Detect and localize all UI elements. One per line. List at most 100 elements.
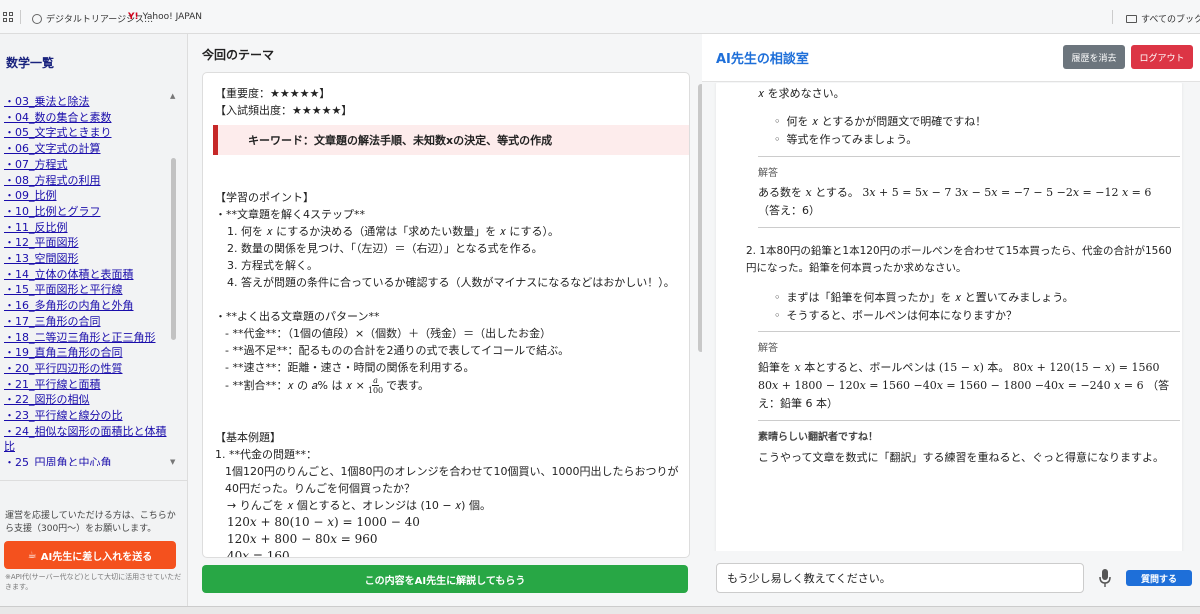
send-button[interactable]: 質問する: [1126, 570, 1192, 586]
keyword-box: キーワード：文章題の解法手順、未知数xの決定、等式の作成: [213, 125, 689, 155]
pattern-item: - **過不足**：配るものの合計を2通りの式で表してイコールで結ぶ。: [225, 344, 570, 357]
keyword-text: キーワード：文章題の解法手順、未知数xの決定、等式の作成: [248, 133, 553, 147]
pattern-item-rate: - **割合**：𝑥 の 𝑎% は 𝑥 × 𝑎 100 で表す。: [215, 376, 685, 395]
hint-item: 何を 𝑥 とするかが問題文で明確ですね！: [774, 113, 1194, 130]
sidebar-link[interactable]: ・17_三角形の合同: [4, 314, 170, 330]
sidebar-link[interactable]: ・07_方程式: [4, 157, 170, 173]
importance: 【重要度：★★★★★】: [215, 87, 331, 100]
sidebar-link[interactable]: ・19_直角三角形の合同: [4, 345, 170, 361]
divider: [758, 227, 1180, 228]
microphone-icon[interactable]: [1098, 568, 1112, 588]
question-tail: 𝑥 を求めなさい。: [758, 87, 845, 100]
praise-title: 素晴らしい翻訳者ですね！: [758, 432, 878, 443]
sidebar-link[interactable]: ・21_平行線と面積: [4, 377, 170, 393]
hint-item: 等式を作ってみましょう。: [774, 131, 1194, 148]
rate-fraction: 𝑎 100: [368, 376, 383, 395]
sidebar-link[interactable]: ・15_平面図形と平行線: [4, 282, 170, 298]
sidebar-link[interactable]: ・18_二等辺三角形と正三角形: [4, 330, 170, 346]
step-item: 2. 数量の関係を見つけ、「（左辺）＝（右辺）」となる式を作る。: [227, 242, 543, 255]
sidebar-link[interactable]: ・24_相似な図形の面積比と体積比: [4, 424, 170, 455]
answer-label: 解答: [758, 343, 778, 354]
sidebar-link[interactable]: ・05_文字式ときまり: [4, 125, 170, 141]
answer-end: （答え：6）: [758, 204, 820, 217]
sidebar-link[interactable]: ・12_平面図形: [4, 235, 170, 251]
support-button[interactable]: ☕ AI先生に差し入れを送る: [4, 541, 176, 569]
divider: [758, 156, 1180, 157]
step-item: 3. 方程式を解く。: [227, 259, 318, 272]
hint-item: まずは「鉛筆を何本買ったか」を 𝑥 と置いてみましょう。: [774, 289, 1194, 306]
pattern-item: - **代金**：（1個の値段）×（個数）＋（残金）＝（出したお金）: [225, 327, 552, 340]
scrollbar-thumb[interactable]: [171, 158, 176, 340]
answer-line: 鉛筆を 𝑥 本とすると、ボールペンは (15 − 𝑥) 本。 80𝑥 + 120…: [758, 361, 1160, 374]
rate-prefix: - **割合**：𝑥 の 𝑎% は 𝑥 ×: [225, 379, 365, 392]
sidebar-link[interactable]: ・25_円周角と中心角: [4, 455, 170, 466]
answer-line: え：鉛筆 6 本）: [758, 397, 838, 410]
explain-button[interactable]: この内容をAI先生に解説してもらう: [202, 565, 688, 593]
sidebar-link[interactable]: ・16_多角形の内角と外角: [4, 298, 170, 314]
divider: [758, 331, 1180, 332]
sidebar-list[interactable]: ・03_乗法と除法 ・04_数の集合と素数 ・05_文字式ときまり ・06_文字式の計…: [4, 94, 170, 466]
sidebar-link[interactable]: ・14_立体の体積と表面積: [4, 267, 170, 283]
sidebar-title: 数学一覧: [6, 56, 55, 70]
chat-panel: AI先生の相談室 履歴を消去 ログアウト 𝑥 を求めなさい。 何を 𝑥 とするか…: [702, 34, 1200, 606]
support-note: ※API代(サーバー代など)として大切に活用させていただきます。: [5, 573, 182, 591]
sidebar-link[interactable]: ・11_反比例: [4, 220, 170, 236]
chat-input[interactable]: [716, 563, 1084, 593]
apps-icon[interactable]: [3, 12, 13, 22]
all-bookmarks[interactable]: すべてのブックマーク: [1126, 12, 1200, 25]
example-header: 【基本例題】: [215, 431, 281, 444]
sidebar-link[interactable]: ・20_平行四辺形の性質: [4, 361, 170, 377]
all-bookmarks-label: すべてのブックマーク: [1141, 15, 1200, 25]
sidebar-link[interactable]: ・10_比例とグラフ: [4, 204, 170, 220]
globe-icon: [32, 13, 42, 24]
bottom-bar: [0, 606, 1200, 614]
question-2: 2. 1本80円の鉛筆と1本120円のボールペンを合わせて15本買ったら、代金の…: [746, 245, 1172, 274]
logout-button[interactable]: ログアウト: [1131, 45, 1193, 69]
chat-title: AI先生の相談室: [716, 52, 809, 67]
equation: 120𝑥 + 800 − 80𝑥 = 960: [227, 532, 378, 546]
sidebar: 数学一覧 ・03_乗法と除法 ・04_数の集合と素数 ・05_文字式ときまり ・06_…: [0, 34, 188, 606]
chat-input-row: 質問する: [702, 555, 1200, 606]
equation: 40𝑥 = 160: [227, 549, 290, 558]
folder-icon: [1126, 14, 1137, 23]
theme-content[interactable]: 【重要度：★★★★★】 【入試頻出度：★★★★★】 キーワード：文章題の解法手順…: [202, 72, 690, 558]
sidebar-link[interactable]: ・03_乗法と除法: [4, 94, 170, 110]
sidebar-link[interactable]: ・09_比例: [4, 188, 170, 204]
divider: [758, 420, 1180, 421]
steps-title: ・**文章題を解く4ステップ**: [215, 208, 365, 221]
sidebar-link[interactable]: ・13_空間図形: [4, 251, 170, 267]
sidebar-link[interactable]: ・04_数の集合と素数: [4, 110, 170, 126]
clear-history-button[interactable]: 履歴を消去: [1063, 45, 1125, 69]
sidebar-link[interactable]: ・06_文字式の計算: [4, 141, 170, 157]
answer-line: 80𝑥 + 1800 − 120𝑥 = 1560 −40𝑥 = 1560 − 1…: [758, 379, 1170, 392]
ai-message: 𝑥 を求めなさい。 何を 𝑥 とするかが問題文で明確ですね！ 等式を作ってみまし…: [716, 83, 1182, 551]
answer-text: ある数を 𝑥 とする。 3𝑥 + 5 = 5𝑥 − 7 3𝑥 − 5𝑥 = −7…: [758, 186, 1152, 199]
hint-item: そうすると、ボールペンは何本になりますか？: [774, 307, 1194, 324]
yahoo-icon: Y!: [128, 12, 139, 22]
sidebar-link[interactable]: ・23_平行線と線分の比: [4, 408, 170, 424]
bookmark-yahoo[interactable]: Y! Yahoo! JAPAN: [128, 12, 202, 22]
sidebar-scrollbar[interactable]: ▲ ▼: [170, 92, 178, 470]
theme-panel: 今回のテーマ 【重要度：★★★★★】 【入試頻出度：★★★★★】 キーワード：文…: [188, 34, 704, 606]
praise-text: こうやって文章を数式に「翻訳」する練習を重ねると、ぐっと得意になりますよ。: [758, 451, 1165, 464]
answer-label: 解答: [758, 168, 778, 179]
equation: 120𝑥 + 80(10 − 𝑥) = 1000 − 40: [227, 515, 420, 529]
sidebar-link[interactable]: ・08_方程式の利用: [4, 173, 170, 189]
chat-header: AI先生の相談室 履歴を消去 ログアウト: [702, 34, 1200, 82]
chat-messages[interactable]: 𝑥 を求めなさい。 何を 𝑥 とするかが問題文で明確ですね！ 等式を作ってみまし…: [702, 83, 1200, 551]
bookmark-label: Yahoo! JAPAN: [142, 12, 202, 22]
step-item: 1. 何を 𝑥 にするか決める（通常は「求めたい数量」を 𝑥 にする）。: [227, 225, 559, 238]
bookmark-separator: [1112, 10, 1113, 24]
support-text: 運営を応援していただける方は、こちらから支援（300円〜）をお願いします。: [5, 511, 176, 534]
sidebar-divider: [0, 480, 187, 481]
scroll-down-icon[interactable]: ▼: [170, 458, 175, 466]
step-item: 4. 答えが問題の条件に合っているか確認する（人数がマイナスになるなどはおかしい…: [227, 276, 675, 289]
example-answer: → りんごを 𝑥 個とすると、オレンジは (10 − 𝑥) 個。: [227, 499, 491, 512]
scroll-up-icon[interactable]: ▲: [170, 92, 175, 100]
sidebar-link[interactable]: ・22_図形の相似: [4, 392, 170, 408]
rate-denominator: 100: [367, 386, 384, 395]
rate-suffix: で表す。: [386, 379, 430, 392]
rate-numerator: 𝑎: [372, 376, 379, 386]
point-header: 【学習のポイント】: [215, 191, 314, 204]
bookmarks-bar: デジタルトリアージシス… Y! Yahoo! JAPAN すべてのブックマーク: [0, 0, 1200, 34]
